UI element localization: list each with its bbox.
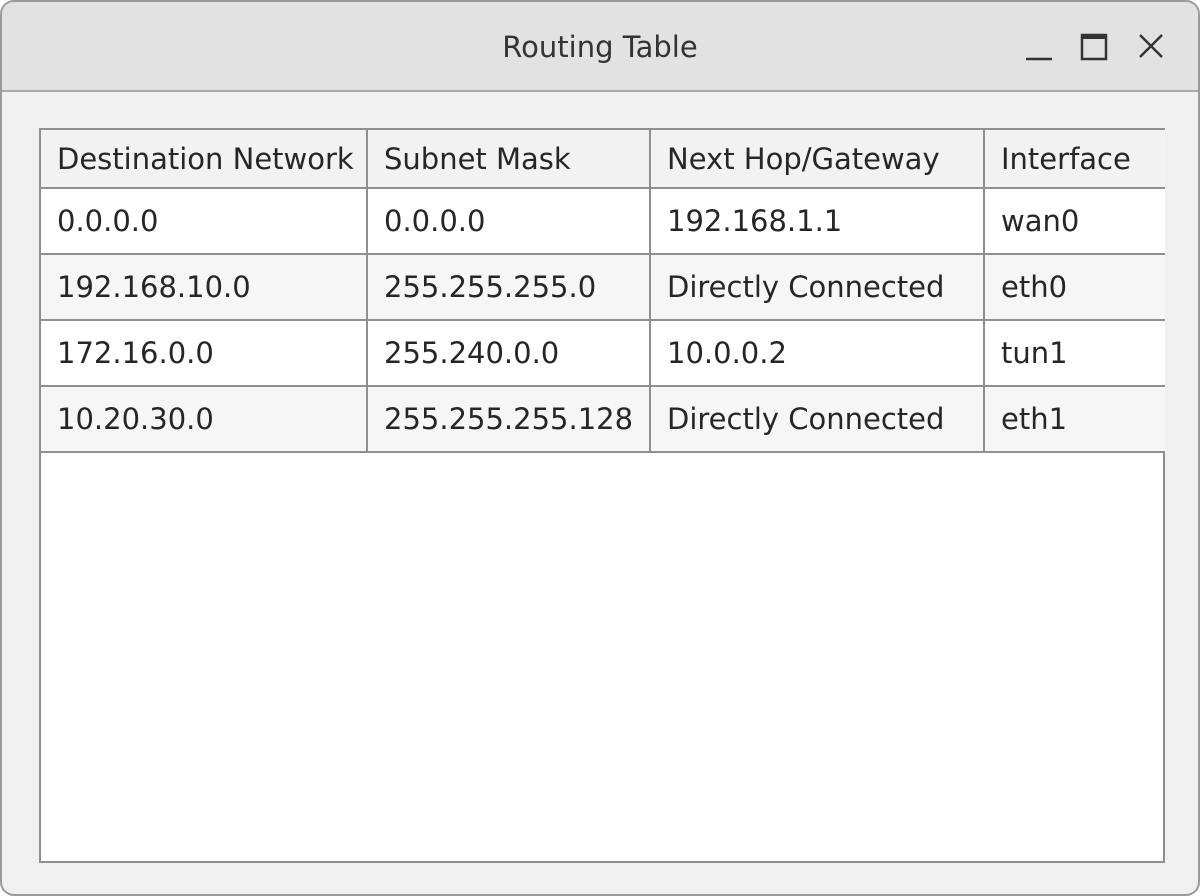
cell-next-hop: 192.168.1.1: [649, 187, 985, 255]
cell-next-hop: Directly Connected: [649, 253, 985, 321]
cell-destination: 10.20.30.0: [41, 385, 368, 453]
cell-subnet-mask: 255.255.255.128: [366, 385, 651, 453]
table-row[interactable]: 0.0.0.0 0.0.0.0 192.168.1.1 wan0: [41, 187, 1165, 255]
cell-destination: 0.0.0.0: [41, 187, 368, 255]
table-row[interactable]: 192.168.10.0 255.255.255.0 Directly Conn…: [41, 253, 1165, 321]
cell-interface: tun1: [983, 319, 1165, 387]
title-bar[interactable]: Routing Table: [2, 2, 1198, 92]
cell-next-hop: 10.0.0.2: [649, 319, 985, 387]
cell-next-hop: Directly Connected: [649, 385, 985, 453]
cell-destination: 192.168.10.0: [41, 253, 368, 321]
cell-destination: 172.16.0.0: [41, 319, 368, 387]
cell-subnet-mask: 255.255.255.0: [366, 253, 651, 321]
column-header-destination[interactable]: Destination Network: [41, 130, 368, 189]
window-title: Routing Table: [502, 30, 698, 64]
column-header-next-hop[interactable]: Next Hop/Gateway: [649, 130, 985, 189]
column-header-subnet-mask[interactable]: Subnet Mask: [366, 130, 651, 189]
routing-table-window: Routing Table Destination Network Subnet…: [0, 0, 1200, 896]
cell-subnet-mask: 0.0.0.0: [366, 187, 651, 255]
minimize-icon: [1026, 57, 1052, 61]
window-controls: [1022, 26, 1176, 70]
cell-interface: eth1: [983, 385, 1165, 453]
table-header-row: Destination Network Subnet Mask Next Hop…: [41, 130, 1165, 189]
cell-interface: eth0: [983, 253, 1165, 321]
table-row[interactable]: 10.20.30.0 255.255.255.128 Directly Conn…: [41, 385, 1165, 453]
close-button[interactable]: [1134, 26, 1176, 70]
maximize-button[interactable]: [1078, 26, 1120, 70]
column-header-interface[interactable]: Interface: [983, 130, 1165, 189]
cell-interface: wan0: [983, 187, 1165, 255]
table-row[interactable]: 172.16.0.0 255.240.0.0 10.0.0.2 tun1: [41, 319, 1165, 387]
minimize-button[interactable]: [1022, 26, 1064, 70]
routing-table-grid: Destination Network Subnet Mask Next Hop…: [41, 130, 1165, 453]
cell-subnet-mask: 255.240.0.0: [366, 319, 651, 387]
maximize-icon: [1080, 33, 1108, 61]
routing-table: Destination Network Subnet Mask Next Hop…: [39, 128, 1165, 863]
close-icon: [1139, 34, 1163, 58]
